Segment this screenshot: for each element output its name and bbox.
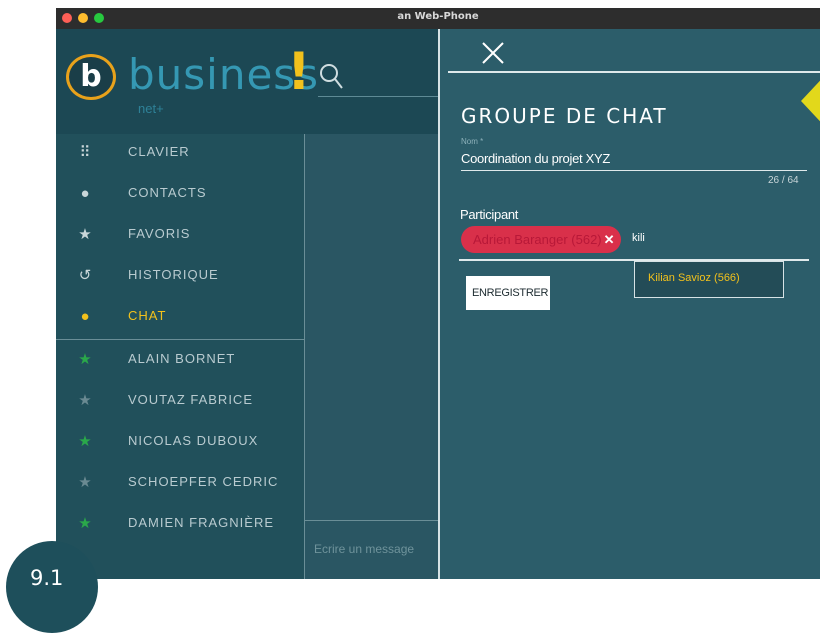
search-underline: [318, 96, 438, 97]
window-title: an Web-Phone: [397, 11, 479, 22]
star-icon[interactable]: ★: [76, 351, 94, 369]
contact-item[interactable]: ★ SCHOEPFER CEDRIC: [56, 464, 304, 504]
contact-name: SCHOEPFER CEDRIC: [128, 474, 279, 489]
arrow-annotation-icon: [801, 80, 820, 122]
suggestion-item[interactable]: Kilian Savioz (566): [634, 261, 784, 298]
sidebar-item-chat[interactable]: ● CHAT: [56, 298, 304, 338]
contact-item[interactable]: ★ VOUTAZ FABRICE: [56, 382, 304, 422]
sidebar-item-label: FAVORIS: [128, 226, 191, 241]
participant-label: Participant: [460, 207, 519, 222]
title-bar: an Web-Phone: [56, 8, 820, 29]
search-icon[interactable]: [318, 62, 344, 90]
sidebar-item-label: HISTORIQUE: [128, 267, 219, 282]
participant-input[interactable]: kili: [632, 232, 645, 244]
keypad-icon: ⠿: [79, 144, 91, 161]
brand-accent: !: [287, 42, 311, 102]
step-badge-text: 9.1: [30, 566, 64, 590]
contact-name: VOUTAZ FABRICE: [128, 392, 253, 407]
contact-icon: ●: [80, 185, 90, 202]
save-button[interactable]: ENREGISTRER: [466, 276, 550, 310]
name-field-label: Nom *: [461, 137, 484, 146]
contact-name: ALAIN BORNET: [128, 351, 236, 366]
close-icon[interactable]: [478, 38, 508, 68]
sidebar-item-contacts[interactable]: ● CONTACTS: [56, 175, 304, 215]
char-counter: 26 / 64: [768, 175, 799, 186]
star-icon: ★: [78, 226, 92, 243]
sidebar-item-clavier[interactable]: ⠿ CLAVIER: [56, 134, 304, 174]
panel-title: GROUPE DE CHAT: [461, 104, 668, 128]
name-field-underline: [461, 170, 807, 171]
brand-sub: net+: [138, 101, 164, 116]
chip-remove-icon[interactable]: ✕: [604, 232, 615, 247]
star-icon[interactable]: ★: [76, 474, 94, 492]
contact-name: NICOLAS DUBOUX: [128, 433, 259, 448]
participant-chip-label: Adrien Baranger (562): [473, 232, 602, 247]
contact-name: DAMIEN FRAGNIÈRE: [128, 515, 275, 530]
star-icon[interactable]: ★: [76, 515, 94, 533]
sidebar-item-favoris[interactable]: ★ FAVORIS: [56, 216, 304, 256]
star-icon[interactable]: ★: [76, 392, 94, 410]
history-icon: ↺: [78, 267, 92, 284]
star-icon[interactable]: ★: [76, 433, 94, 451]
contact-item[interactable]: ★ NICOLAS DUBOUX: [56, 423, 304, 463]
sidebar-divider: [56, 339, 304, 340]
sidebar-item-historique[interactable]: ↺ HISTORIQUE: [56, 257, 304, 297]
sidebar-item-label: CONTACTS: [128, 185, 207, 200]
sidebar-item-label: CLAVIER: [128, 144, 190, 159]
message-divider: [304, 520, 438, 521]
contact-item[interactable]: ★ ALAIN BORNET: [56, 341, 304, 381]
conversation-pane: [304, 134, 439, 579]
logo-icon: b: [66, 54, 116, 100]
suggestion-label: Kilian Savioz (566): [648, 272, 740, 284]
chat-icon: ●: [80, 308, 90, 325]
contact-item[interactable]: ★ DAMIEN FRAGNIÈRE: [56, 505, 304, 545]
panel-header-line: [448, 71, 820, 73]
sidebar-item-label: CHAT: [128, 308, 167, 323]
participant-chip[interactable]: Adrien Baranger (562) ✕: [461, 226, 621, 253]
message-input[interactable]: Ecrire un message: [314, 542, 414, 556]
name-field[interactable]: Coordination du projet XYZ: [461, 151, 610, 166]
